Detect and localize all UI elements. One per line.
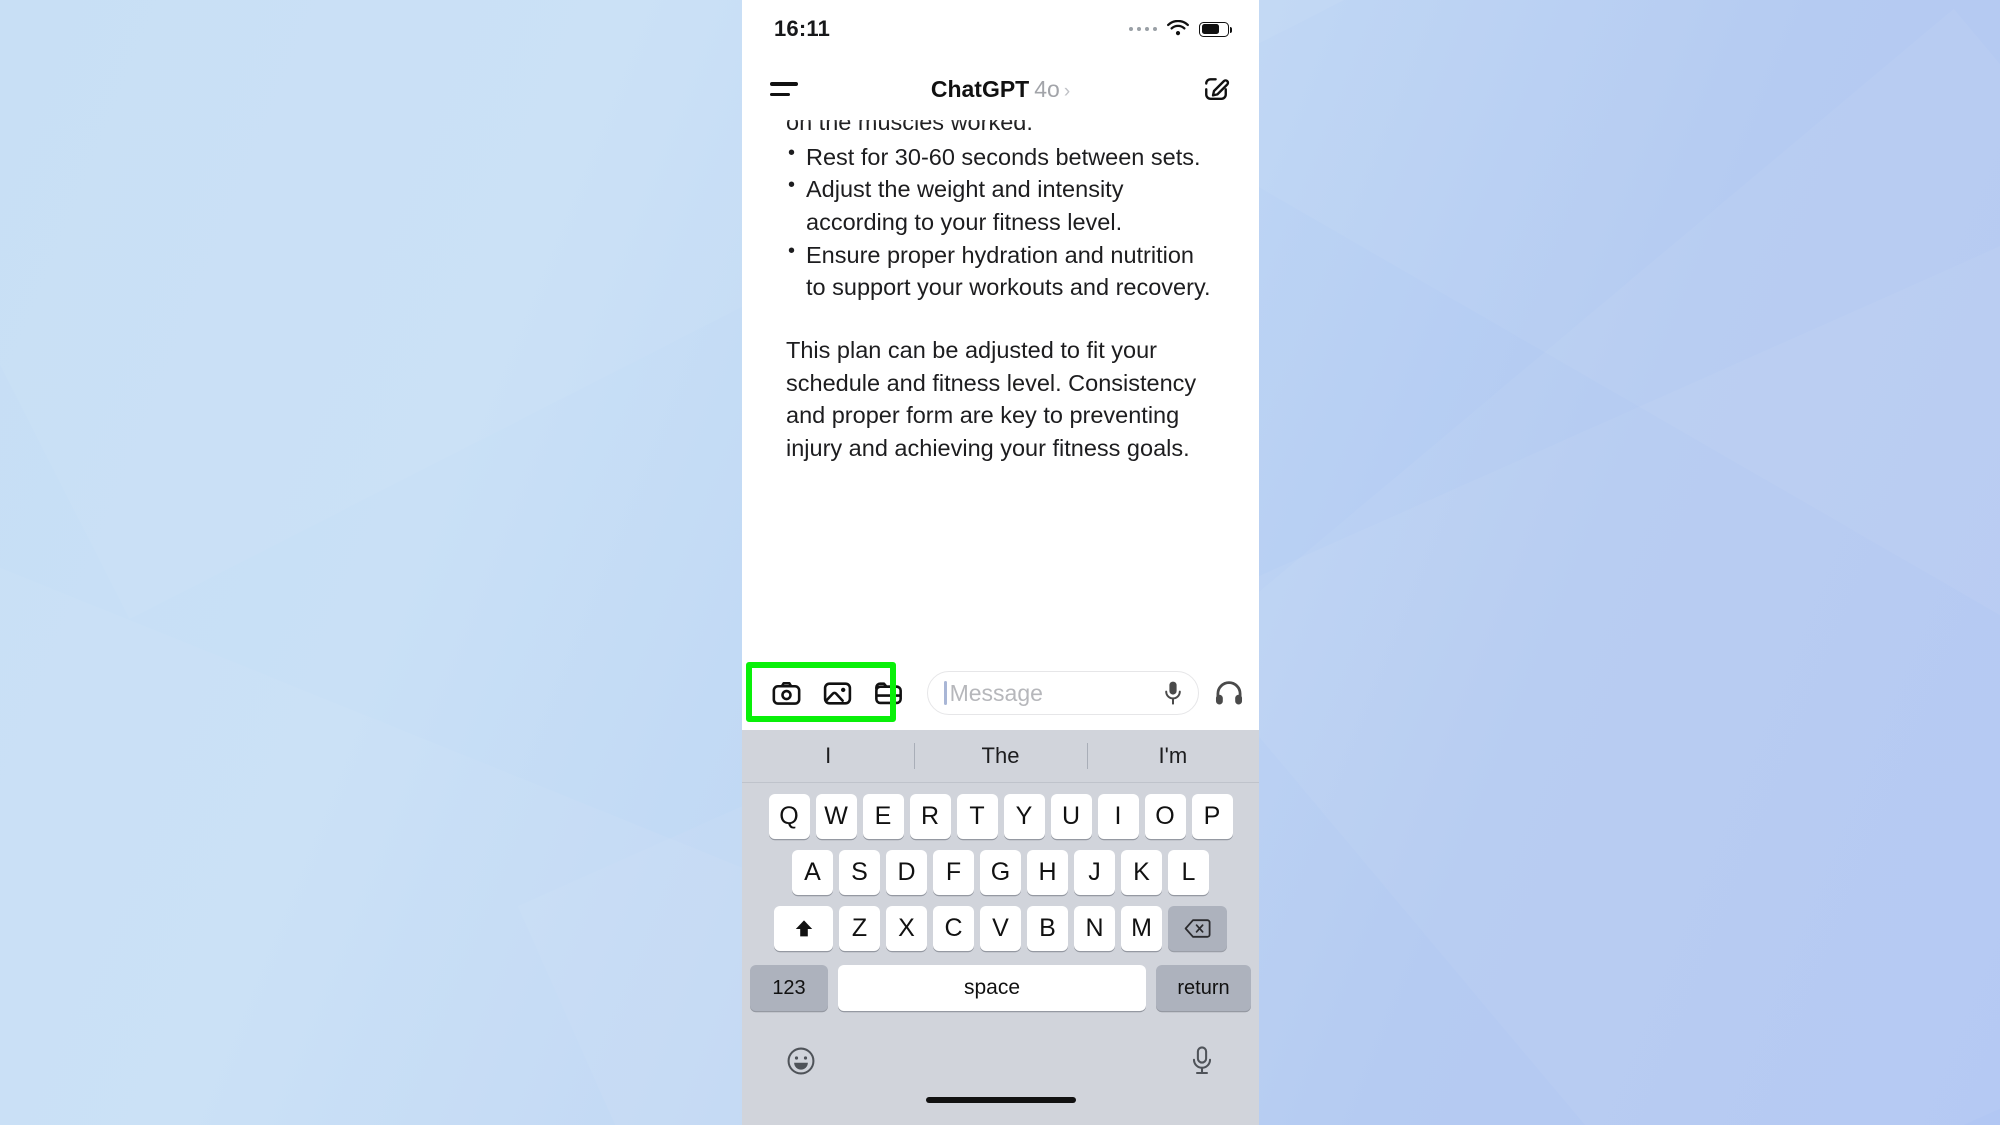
status-bar: 16:11	[742, 0, 1259, 58]
key-n[interactable]: N	[1074, 906, 1115, 951]
backspace-delete-icon	[1184, 919, 1211, 938]
suggestion-chip[interactable]: I	[742, 743, 914, 769]
home-indicator-area	[742, 1097, 1259, 1123]
microphone-dictation-icon[interactable]	[1189, 1045, 1215, 1078]
battery-icon	[1199, 21, 1233, 37]
clipped-text-line: on the muscles worked.	[786, 120, 1033, 135]
message-input-field[interactable]: Message	[927, 671, 1199, 715]
headphones-icon[interactable]	[1213, 677, 1245, 709]
folder-icon[interactable]	[873, 678, 904, 709]
on-screen-keyboard: I The I'm Q W E R T Y U I O P A S D F G …	[742, 730, 1259, 1125]
page-title[interactable]: ChatGPT 4o ›	[742, 76, 1259, 103]
keyboard-row-3: Z X C V B N M	[742, 906, 1259, 951]
key-v[interactable]: V	[980, 906, 1021, 951]
attachment-buttons-group	[758, 674, 917, 713]
app-header: ChatGPT 4o ›	[742, 58, 1259, 120]
key-b[interactable]: B	[1027, 906, 1068, 951]
key-m[interactable]: M	[1121, 906, 1162, 951]
key-z[interactable]: Z	[839, 906, 880, 951]
keyboard-row-2: A S D F G H J K L	[742, 850, 1259, 895]
emoji-smiley-icon[interactable]	[786, 1046, 816, 1076]
bullet-list: Rest for 30-60 seconds between sets. Adj…	[786, 140, 1219, 304]
microphone-icon[interactable]	[1162, 680, 1184, 706]
predictive-text-bar: I The I'm	[742, 730, 1259, 783]
home-indicator[interactable]	[925, 1097, 1076, 1103]
key-w[interactable]: W	[815, 794, 857, 839]
key-p[interactable]: P	[1191, 794, 1233, 839]
suggestion-chip[interactable]: The	[914, 743, 1086, 769]
phone-screen: 16:11 ChatGPT 4o › on the muscles worked…	[742, 0, 1259, 1125]
assistant-message: on the muscles worked. Rest for 30-60 se…	[786, 120, 1219, 465]
wifi-icon	[1167, 20, 1189, 36]
photo-library-icon[interactable]	[822, 678, 853, 709]
key-a[interactable]: A	[792, 850, 833, 895]
key-j[interactable]: J	[1074, 850, 1115, 895]
message-input-bar: Message	[742, 656, 1259, 730]
list-item: Adjust the weight and intensity accordin…	[786, 172, 1219, 238]
chevron-right-icon: ›	[1063, 80, 1071, 102]
key-f[interactable]: F	[933, 850, 974, 895]
cellular-dots-icon	[1128, 26, 1157, 32]
key-d[interactable]: D	[886, 850, 927, 895]
key-l[interactable]: L	[1168, 850, 1209, 895]
hamburger-menu-icon[interactable]	[770, 82, 798, 96]
key-y[interactable]: Y	[1003, 794, 1045, 839]
shift-key[interactable]	[774, 906, 833, 951]
key-q[interactable]: Q	[768, 794, 810, 839]
key-o[interactable]: O	[1144, 794, 1186, 839]
keyboard-row-1: Q W E R T Y U I O P	[742, 794, 1259, 839]
return-key[interactable]: return	[1156, 965, 1251, 1011]
key-t[interactable]: T	[956, 794, 998, 839]
key-i[interactable]: I	[1097, 794, 1139, 839]
keyboard-row-4: 123 space return	[742, 965, 1259, 1011]
keyboard-bottom-bar	[742, 1025, 1259, 1097]
status-bar-indicators	[1128, 20, 1233, 38]
key-s[interactable]: S	[839, 850, 880, 895]
compose-new-chat-icon[interactable]	[1201, 74, 1231, 104]
app-title-text: ChatGPT	[930, 75, 1030, 102]
model-name-label: 4o	[1034, 75, 1060, 102]
backspace-key[interactable]	[1168, 906, 1227, 951]
shift-arrow-icon	[795, 919, 812, 936]
closing-paragraph: This plan can be adjusted to fit your sc…	[786, 336, 1197, 461]
key-g[interactable]: G	[980, 850, 1021, 895]
list-item: Ensure proper hydration and nutrition to…	[786, 238, 1219, 304]
space-key[interactable]: space	[838, 965, 1146, 1011]
key-h[interactable]: H	[1027, 850, 1068, 895]
conversation-scroll-area[interactable]: on the muscles worked. Rest for 30-60 se…	[742, 120, 1259, 656]
status-bar-clock: 16:11	[774, 16, 831, 41]
key-u[interactable]: U	[1050, 794, 1092, 839]
key-e[interactable]: E	[862, 794, 904, 839]
key-c[interactable]: C	[933, 906, 974, 951]
message-placeholder: Message	[949, 679, 1043, 706]
suggestion-chip[interactable]: I'm	[1087, 743, 1259, 769]
list-item: Rest for 30-60 seconds between sets.	[786, 140, 1219, 174]
key-r[interactable]: R	[909, 794, 951, 839]
key-x[interactable]: X	[886, 906, 927, 951]
camera-icon[interactable]	[771, 678, 802, 709]
numbers-key[interactable]: 123	[750, 965, 828, 1011]
key-k[interactable]: K	[1121, 850, 1162, 895]
text-cursor	[944, 681, 947, 705]
